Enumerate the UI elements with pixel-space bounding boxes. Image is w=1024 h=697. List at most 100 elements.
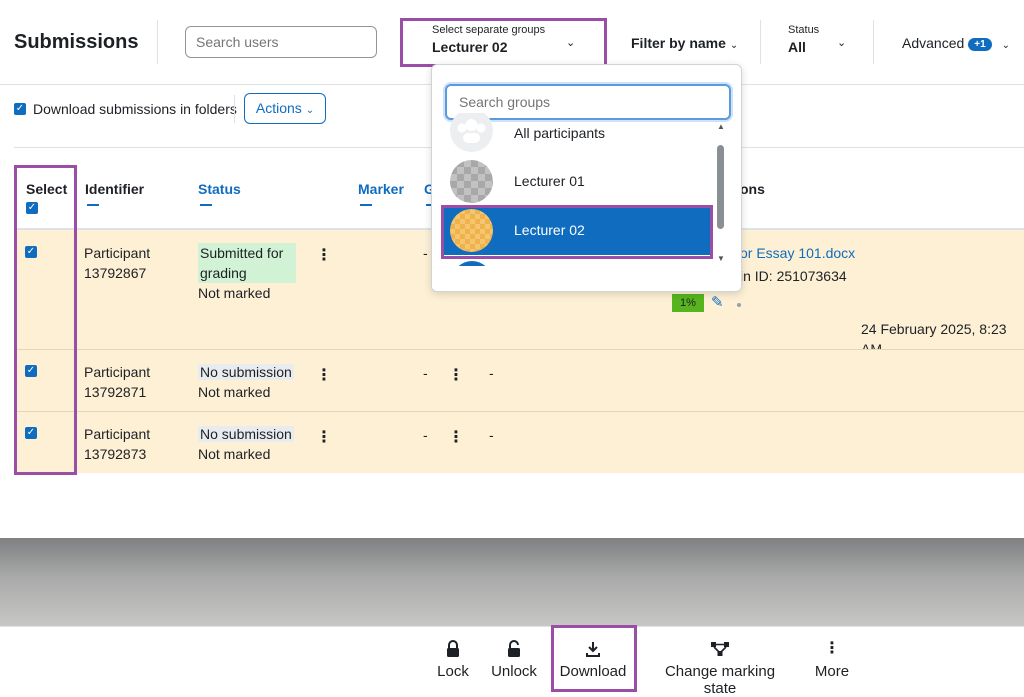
divider [873, 20, 874, 64]
divider [760, 20, 761, 64]
identifier-text: Participant [84, 426, 151, 442]
column-header-marker[interactable]: Marker [358, 181, 404, 197]
dropdown-item-label: Lecturer 02 [514, 222, 585, 238]
identifier-number: 13792867 [84, 265, 147, 281]
chevron-down-icon: ⌄ [729, 40, 739, 51]
page-title: Submissions [14, 31, 139, 53]
divider [157, 20, 158, 64]
background-image [0, 538, 1024, 626]
search-users-input[interactable] [185, 26, 377, 58]
submission-id: in ID: 251073634 [740, 268, 847, 284]
status-badge: No submission [198, 364, 294, 380]
change-marking-label: Change marking state [664, 663, 776, 697]
chevron-down-icon: ⌄ [566, 37, 576, 49]
scroll-down-icon[interactable]: ▼ [717, 254, 725, 263]
scrollbar-thumb[interactable] [717, 145, 724, 229]
status-cell: Submitted for grading Not marked [198, 243, 296, 303]
bulk-actions-bar: Lock Unlock Download Change marking stat… [0, 626, 1024, 697]
group-dropdown: All participants Lecturer 01 Lecturer 02… [431, 64, 742, 292]
kebab-menu-icon[interactable]: ⋮ [316, 368, 332, 384]
lock-button[interactable]: Lock [437, 639, 469, 680]
group-avatar-icon [450, 160, 493, 203]
more-button[interactable]: ⋮ More [812, 639, 852, 680]
identifier-text: Participant [84, 245, 151, 261]
download-folders-checkbox[interactable]: ✓ [14, 103, 26, 115]
actions-button[interactable]: Actions ⌄ [244, 93, 326, 124]
download-folders-label: Download submissions in folders [33, 101, 237, 117]
status-label: Status [788, 24, 820, 36]
status-text: Submitted for [200, 245, 284, 261]
column-header-status[interactable]: Status [198, 181, 241, 197]
group-avatar-icon [450, 113, 493, 152]
row-checkbox[interactable]: ✓ [25, 365, 37, 377]
dropdown-item-lecturer-02[interactable]: Lecturer 02 [442, 207, 713, 255]
marking-status: Not marked [198, 384, 271, 400]
kebab-menu-icon: ⋮ [824, 640, 840, 657]
change-marking-state-button[interactable]: Change marking state [647, 639, 793, 697]
sort-dash-icon [360, 204, 372, 206]
column-header-select: Select [26, 181, 68, 197]
identifier-cell: Participant 13792871 [84, 362, 150, 402]
status-cell: No submission Not marked [198, 362, 294, 402]
sort-dash-icon [87, 204, 99, 206]
advanced-badge: +1 [968, 38, 992, 51]
unlock-icon [508, 640, 520, 657]
kebab-menu-icon[interactable]: ⋮ [448, 430, 464, 446]
actions-label: Actions [255, 100, 302, 116]
divider [234, 95, 235, 123]
status-badge: No submission [198, 426, 294, 442]
lock-icon [447, 640, 459, 657]
kebab-menu-icon[interactable]: ⋮ [448, 368, 464, 384]
marker-cell: - [489, 427, 494, 443]
chevron-down-icon: ⌄ [1001, 40, 1010, 51]
unlock-button[interactable]: Unlock [491, 639, 537, 680]
status-select[interactable]: Status All [788, 24, 819, 55]
group-avatar-icon [450, 209, 493, 252]
kebab-menu-icon[interactable]: ⋮ [316, 430, 332, 446]
dropdown-bottom-fade [432, 266, 741, 291]
identifier-number: 13792871 [84, 384, 147, 400]
dropdown-item-lecturer-01[interactable]: Lecturer 01 [442, 158, 713, 206]
grade-cell: - [423, 365, 428, 381]
dropdown-item-all-participants[interactable]: All participants [442, 113, 713, 155]
marking-status: Not marked [198, 285, 271, 301]
download-button[interactable]: Download [557, 639, 629, 680]
download-label: Download [559, 663, 627, 680]
dot-icon [737, 303, 741, 307]
filter-by-name-label: Filter by name [631, 35, 726, 51]
status-text: grading [200, 265, 247, 281]
column-header-submissions: ons [740, 181, 765, 197]
identifier-number: 13792873 [84, 446, 147, 462]
identifier-cell: Participant 13792867 [84, 243, 150, 283]
sort-dash-icon [200, 204, 212, 206]
similarity-badge[interactable]: 1% [672, 294, 704, 312]
identifier-text: Participant [84, 364, 151, 380]
chevron-down-icon: ⌄ [305, 105, 315, 116]
status-value: All [788, 39, 806, 55]
status-cell: No submission Not marked [198, 424, 294, 464]
pencil-icon[interactable]: ✎ [711, 295, 724, 311]
filter-by-name-button[interactable]: Filter by name ⌄ [631, 35, 738, 51]
grade-cell: - [423, 427, 428, 443]
group-select-label: Select separate groups [432, 24, 546, 36]
identifier-cell: Participant 13792873 [84, 424, 150, 464]
group-select-value: Lecturer 02 [432, 39, 508, 55]
row-checkbox[interactable]: ✓ [25, 246, 37, 258]
column-header-identifier[interactable]: Identifier [85, 181, 144, 197]
lock-label: Lock [437, 663, 469, 680]
advanced-button[interactable]: Advanced +1 ⌄ [902, 35, 1010, 51]
submission-file-link[interactable]: or Essay 101.docx [740, 243, 855, 263]
download-icon [586, 642, 600, 657]
table-row [14, 412, 1024, 473]
grade-cell: - [423, 245, 428, 261]
workflow-icon [711, 642, 729, 656]
dropdown-item-label: Lecturer 01 [514, 173, 585, 189]
chevron-down-icon: ⌄ [837, 37, 847, 49]
row-checkbox[interactable]: ✓ [25, 427, 37, 439]
scroll-up-icon[interactable]: ▲ [717, 122, 725, 131]
unlock-label: Unlock [491, 663, 537, 680]
marking-status: Not marked [198, 446, 271, 462]
select-all-checkbox[interactable]: ✓ [26, 202, 38, 214]
dropdown-item-label: All participants [514, 125, 606, 141]
kebab-menu-icon[interactable]: ⋮ [316, 248, 332, 264]
